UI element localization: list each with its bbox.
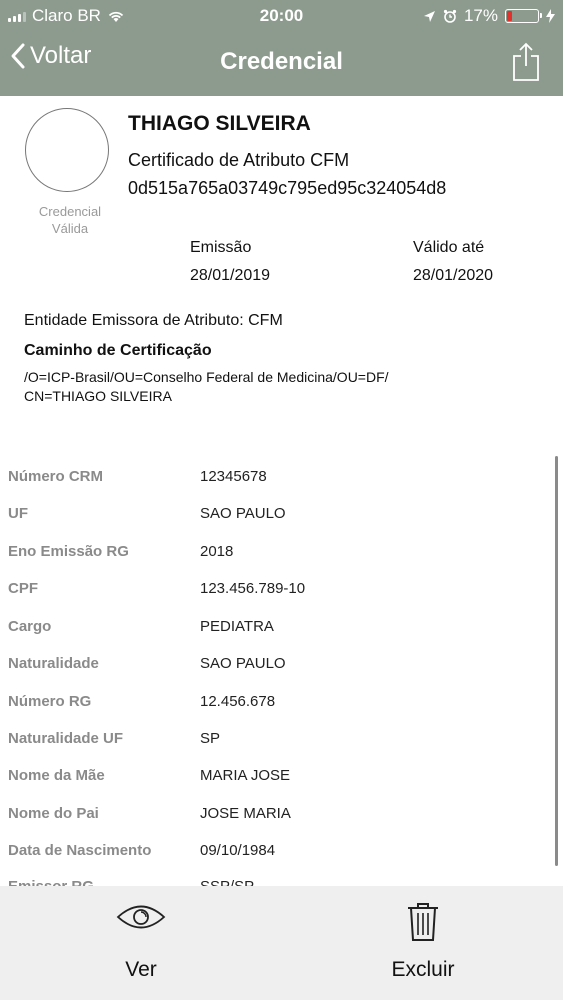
- cert-path-line2: CN=THIAGO SILVEIRA: [24, 388, 172, 404]
- delete-label: Excluir: [391, 958, 455, 981]
- field-value: MARIA JOSE: [200, 767, 291, 784]
- holder-name: THIAGO SILVEIRA: [128, 112, 311, 135]
- eye-icon-wrap: [41, 902, 241, 932]
- field-label: Eno Emissão RG: [8, 543, 129, 560]
- top-bar: Claro BR 20:00 17% Voltar Credencial: [0, 0, 563, 96]
- field-row: Emissor RG SSP/SP: [0, 878, 563, 886]
- scrollbar[interactable]: [555, 456, 558, 866]
- field-label: Data de Nascimento: [8, 842, 152, 859]
- field-label: Cargo: [8, 618, 52, 635]
- field-label: Número CRM: [8, 468, 104, 485]
- page-title: Credencial: [220, 48, 343, 75]
- field-value: 12.456.678: [200, 693, 276, 710]
- field-value: 09/10/1984: [200, 842, 276, 859]
- credential-status-line2: Válida: [51, 221, 89, 236]
- field-value: SSP/SP: [200, 878, 254, 886]
- field-label: UF: [8, 505, 28, 522]
- valid-until-value: 28/01/2020: [413, 267, 494, 284]
- share-icon: [513, 42, 539, 81]
- field-label: Nome do Pai: [8, 805, 99, 822]
- field-row: Nome do Pai JOSE MARIA: [0, 805, 563, 842]
- issue-date-value: 28/01/2019: [190, 267, 271, 284]
- field-row: Eno Emissão RG 2018: [0, 543, 563, 580]
- share-button[interactable]: [511, 42, 541, 87]
- issue-date-label: Emissão: [190, 239, 252, 256]
- battery-percent: 17%: [463, 6, 498, 25]
- bottom-toolbar: Ver Excluir: [0, 886, 563, 1000]
- cert-path-line1: /O=ICP-Brasil/OU=Conselho Federal de Med…: [24, 369, 389, 385]
- view-button[interactable]: Ver: [41, 886, 241, 1000]
- certificate-type: Certificado de Atributo CFM: [128, 150, 350, 170]
- field-value: SAO PAULO: [200, 505, 286, 522]
- field-row: Naturalidade UF SP: [0, 730, 563, 767]
- field-value: SP: [200, 730, 221, 747]
- certificate-hash: 0d515a765a03749c795ed95c324054d8: [128, 178, 447, 198]
- credential-content[interactable]: Credencial Válida THIAGO SILVEIRA Certif…: [0, 96, 563, 886]
- eye-icon: [116, 905, 166, 929]
- field-value: JOSE MARIA: [200, 805, 291, 822]
- field-label: Naturalidade: [8, 655, 99, 672]
- delete-button[interactable]: Excluir: [323, 886, 523, 1000]
- credential-status-line1: Credencial: [38, 204, 102, 219]
- issuer-entity: Entidade Emissora de Atributo: CFM: [24, 312, 283, 329]
- field-row: Nome da Mãe MARIA JOSE: [0, 767, 563, 804]
- trash-icon: [408, 903, 438, 941]
- field-value: 123.456.789-10: [200, 580, 306, 597]
- field-row: Naturalidade SAO PAULO: [0, 655, 563, 692]
- field-value: 2018: [200, 543, 234, 560]
- status-bar: Claro BR 20:00 17%: [0, 0, 563, 32]
- field-value: PEDIATRA: [200, 618, 274, 635]
- field-label: CPF: [8, 580, 38, 597]
- field-label: Naturalidade UF: [8, 730, 124, 747]
- field-row: UF SAO PAULO: [0, 505, 563, 542]
- field-row: Número RG 12.456.678: [0, 693, 563, 730]
- alarm-icon: [443, 9, 457, 23]
- field-value: SAO PAULO: [200, 655, 286, 672]
- charging-icon: [546, 9, 555, 23]
- avatar: [25, 108, 109, 192]
- field-label: Nome da Mãe: [8, 767, 105, 784]
- field-row: Data de Nascimento 09/10/1984: [0, 842, 563, 879]
- field-row: CPF 123.456.789-10: [0, 580, 563, 617]
- cert-path: /O=ICP-Brasil/OU=Conselho Federal de Med…: [24, 368, 514, 406]
- status-right: 17%: [423, 6, 555, 26]
- view-label: Ver: [125, 958, 157, 981]
- trash-icon-wrap: [323, 902, 523, 942]
- navigation-bar: Voltar Credencial: [0, 40, 563, 88]
- cert-path-title: Caminho de Certificação: [24, 342, 212, 359]
- field-row: Cargo PEDIATRA: [0, 618, 563, 655]
- location-icon: [423, 10, 435, 22]
- field-label: Emissor RG: [8, 878, 94, 886]
- field-label: Número RG: [8, 693, 92, 710]
- valid-until-label: Válido até: [413, 239, 485, 256]
- battery-icon: [505, 9, 542, 23]
- field-value: 12345678: [200, 468, 267, 485]
- field-row: Número CRM 12345678: [0, 468, 563, 505]
- credential-status: Credencial Válida: [20, 203, 120, 237]
